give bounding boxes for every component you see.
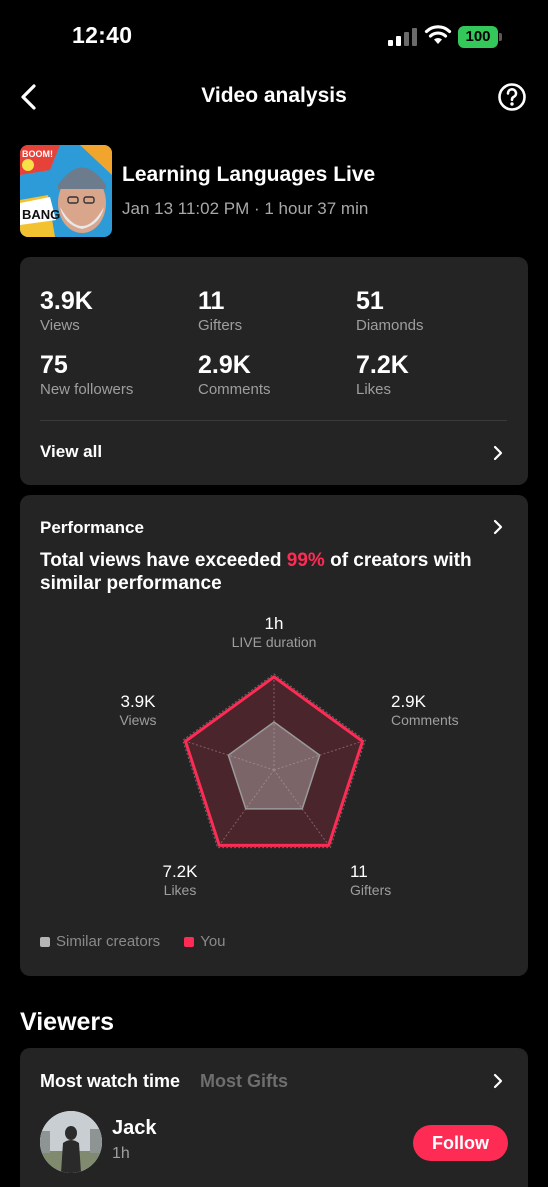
chevron-right-icon (493, 445, 503, 461)
radar-axis-value: 11 (350, 862, 368, 881)
follow-button[interactable]: Follow (413, 1125, 508, 1161)
performance-headline: Total views have exceeded 99% of creator… (40, 549, 510, 595)
help-icon[interactable] (497, 82, 527, 112)
stat-new-followers: 75 New followers (40, 350, 190, 399)
legend-swatch (184, 936, 195, 947)
radar-axis-label: LIVE duration (232, 634, 317, 650)
stat-diamonds: 51 Diamonds (356, 286, 506, 335)
stats-card: 3.9K Views 11 Gifters 51 Diamonds 75 New… (20, 257, 528, 485)
view-all-label: View all (40, 442, 103, 461)
cellular-signal-icon (388, 28, 417, 46)
legend-swatch (40, 936, 50, 947)
stat-likes: 7.2K Likes (356, 350, 506, 399)
headline-highlight: 99% (286, 550, 325, 571)
stat-value: 51 (356, 287, 384, 315)
svg-text:BOOM!: BOOM! (22, 149, 53, 159)
viewers-card: Most watch time Most Gifts Jack 1h Follo… (20, 1048, 528, 1187)
radar-axis-label: Likes (164, 882, 197, 898)
svg-text:BANG: BANG (22, 207, 60, 222)
stat-label: Likes (356, 381, 392, 398)
stat-gifters: 11 Gifters (198, 286, 348, 335)
chevron-right-icon (493, 519, 503, 535)
stat-comments: 2.9K Comments (198, 350, 348, 399)
legend-similar: Similar creators (40, 933, 160, 950)
radar-axis-label: Views (119, 712, 156, 728)
tab-most-gifts[interactable]: Most Gifts (200, 1071, 288, 1092)
stat-label: Comments (198, 381, 271, 398)
battery-level: 100 (465, 28, 491, 45)
stat-value: 7.2K (356, 351, 409, 379)
viewer-name: Jack (112, 1117, 157, 1139)
viewers-title: Viewers (20, 1008, 115, 1036)
radar-axis-value: 3.9K (121, 692, 157, 711)
status-bar: 12:40 100 (0, 0, 548, 70)
performance-header[interactable]: Performance (20, 495, 528, 545)
live-thumbnail[interactable]: BANG BOOM! (20, 145, 112, 237)
viewer-watch-time: 1h (112, 1145, 130, 1162)
stat-label: Gifters (198, 317, 243, 334)
stat-views: 3.9K Views (40, 286, 190, 335)
battery-icon: 100 (458, 26, 502, 48)
live-title: Learning Languages Live (122, 163, 376, 186)
radar-axis-value: 7.2K (163, 862, 199, 881)
wifi-icon (424, 25, 452, 44)
legend-label: Similar creators (56, 933, 161, 950)
radar-chart: 1hLIVE duration 2.9KComments 11Gifters 7.2K… (119, 614, 459, 898)
stat-value: 2.9K (198, 351, 251, 379)
stat-value: 75 (40, 351, 68, 379)
stat-label: Views (40, 317, 80, 334)
stat-value: 11 (198, 287, 225, 315)
radar-axis-label: Comments (391, 712, 459, 728)
performance-card: Performance Total views have exceeded 99… (20, 495, 528, 976)
status-time: 12:40 (72, 22, 133, 48)
stat-label: Diamonds (356, 317, 424, 334)
radar-axis-label: Gifters (350, 882, 391, 898)
stat-label: New followers (40, 381, 134, 398)
radar-axis-value: 1h (265, 614, 284, 633)
live-meta: Jan 13 11:02 PM · 1 hour 37 min (122, 199, 369, 218)
page-title: Video analysis (201, 84, 347, 107)
chevron-right-icon[interactable] (492, 1073, 504, 1089)
stat-value: 3.9K (40, 287, 93, 315)
view-all-button[interactable]: View all (20, 421, 528, 485)
legend-label: You (200, 933, 226, 950)
legend-you: You (184, 933, 226, 950)
performance-title: Performance (40, 518, 144, 537)
radar-axis-value: 2.9K (391, 692, 427, 711)
headline-text: Total views have exceeded (40, 550, 287, 571)
avatar[interactable] (40, 1111, 102, 1173)
chart-legend: Similar creators You (40, 933, 226, 950)
tab-most-watch-time[interactable]: Most watch time (40, 1071, 180, 1092)
